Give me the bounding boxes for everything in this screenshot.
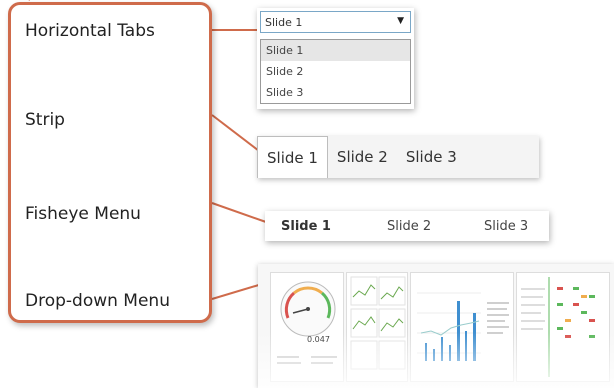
label-drop-down-menu[interactable]: Drop-down Menu (25, 291, 170, 311)
label-strip[interactable]: Strip (25, 110, 65, 130)
gauge-value: 0.047 (307, 335, 330, 344)
slide-option-2[interactable]: Slide 2 (261, 61, 410, 82)
slide-option-3[interactable]: Slide 3 (261, 82, 410, 103)
gauge-stats-lines (277, 356, 337, 364)
small-charts-icon (350, 276, 406, 370)
strip-tab-2[interactable]: Slide 2 (328, 136, 397, 178)
label-fisheye-menu[interactable]: Fisheye Menu (25, 204, 141, 224)
dashboard-thumbnail[interactable]: 0.047 (258, 264, 614, 388)
fisheye-item-2[interactable]: Slide 2 (387, 219, 431, 234)
bar-chart-panel (410, 272, 514, 382)
gauge-panel: 0.047 (270, 272, 344, 382)
strip-tab-1[interactable]: Slide 1 (257, 136, 328, 178)
fisheye-item-3[interactable]: Slide 3 (484, 219, 528, 234)
slide-option-1[interactable]: Slide 1 (261, 40, 410, 61)
table-icon (521, 277, 595, 377)
dropdown-example: Slide 1 ▼ Slide 1 Slide 2 Slide 3 (257, 8, 414, 109)
caret-down-icon: ▼ (397, 16, 404, 26)
gauge-icon (280, 281, 336, 337)
connector-strip (211, 114, 264, 155)
strip-example: Slide 1 Slide 2 Slide 3 (257, 136, 539, 178)
connector-dropdown (211, 283, 263, 300)
fisheye-example: Slide 1 Slide 2 Slide 3 (265, 211, 549, 241)
label-horizontal-tabs[interactable]: Horizontal Tabs (25, 21, 155, 41)
bar-chart-icon (417, 292, 509, 361)
navigation-types-panel: Horizontal Tabs Strip Fisheye Menu Drop-… (8, 2, 212, 323)
slide-options-list: Slide 1 Slide 2 Slide 3 (260, 39, 411, 104)
slide-select[interactable]: Slide 1 ▼ (260, 11, 411, 33)
small-charts-panel (346, 272, 408, 382)
fisheye-item-1[interactable]: Slide 1 (281, 219, 331, 234)
slide-select-value: Slide 1 (265, 16, 303, 29)
strip-tab-3[interactable]: Slide 3 (397, 136, 466, 178)
connector-fisheye (211, 202, 267, 223)
table-panel (516, 272, 610, 382)
